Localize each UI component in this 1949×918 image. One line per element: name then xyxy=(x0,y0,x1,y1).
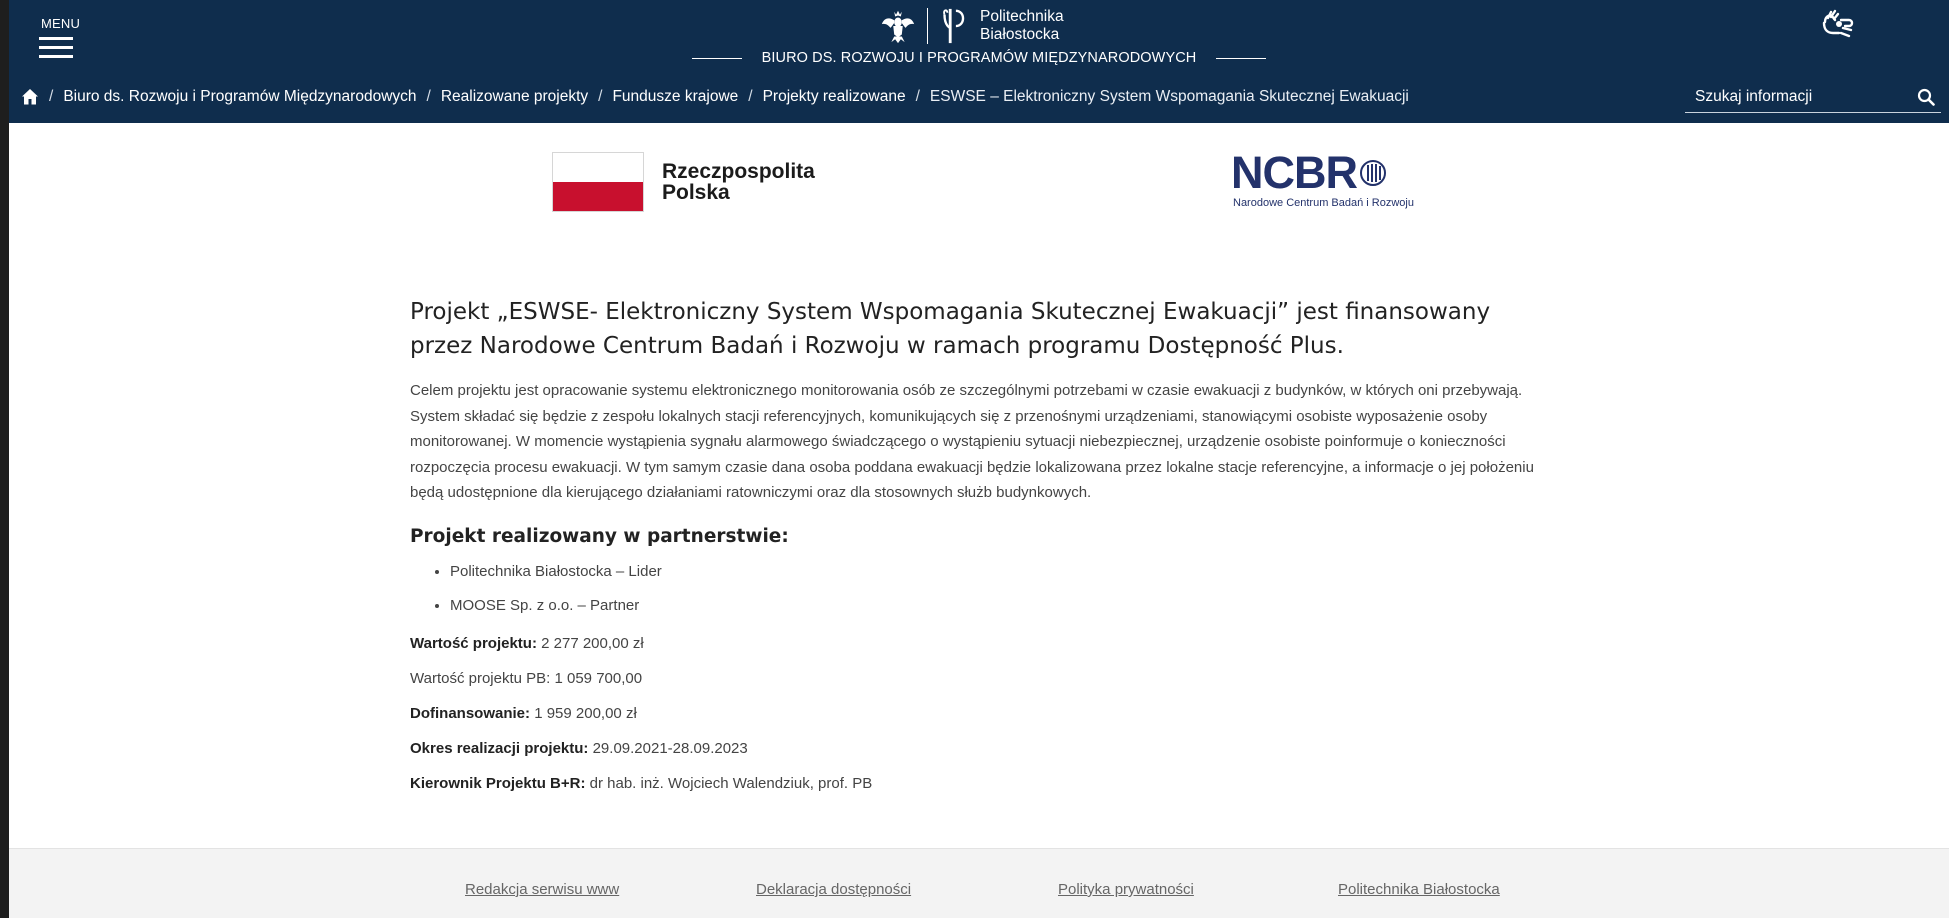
partnership-heading: Projekt realizowany w partnerstwie: xyxy=(410,525,789,547)
breadcrumb-separator: / xyxy=(426,88,431,105)
rp-logo-line2: Polska xyxy=(662,181,730,204)
fact-period: Okres realizacji projektu: 29.09.2021-28… xyxy=(410,738,1550,760)
search-box xyxy=(1685,84,1941,113)
fact-manager: Kierownik Projektu B+R: dr hab. inż. Woj… xyxy=(410,773,1550,795)
brand-name-line2: Białostocka xyxy=(980,26,1060,43)
breadcrumb-item-realizowane-projekty[interactable]: Realizowane projekty xyxy=(441,88,588,106)
page: MENU Politechnika Białostocka BIURO DS. … xyxy=(9,0,1949,918)
breadcrumb-item-projekty-realizowane[interactable]: Projekty realizowane xyxy=(763,88,906,106)
breadcrumb-separator: / xyxy=(49,88,54,105)
fact-funding: Dofinansowanie: 1 959 200,00 zł xyxy=(410,703,1550,725)
menu-label: MENU xyxy=(41,16,81,31)
breadcrumb-item-fundusze-krajowe[interactable]: Fundusze krajowe xyxy=(612,88,738,106)
rzeczpospolita-polska-logo: Rzeczpospolita Polska xyxy=(552,152,815,212)
ncbr-logo-subtitle: Narodowe Centrum Badań i Rozwoju xyxy=(1233,197,1414,209)
list-item: Politechnika Białostocka – Lider xyxy=(450,561,1550,583)
polish-flag-icon xyxy=(552,152,644,212)
brand-divider xyxy=(927,8,928,44)
sign-language-icon[interactable] xyxy=(1819,8,1859,40)
fact-manager-value: dr hab. inż. Wojciech Walendziuk, prof. … xyxy=(589,774,873,792)
footer-link-polityka[interactable]: Polityka prywatności xyxy=(1058,881,1194,898)
footer-link-deklaracja[interactable]: Deklaracja dostępności xyxy=(756,881,911,898)
search-input[interactable] xyxy=(1685,84,1925,110)
fact-funding-label: Dofinansowanie: xyxy=(410,704,531,722)
ncbr-logo-text: NCBR xyxy=(1231,147,1358,198)
subtitle-rule-left xyxy=(691,57,742,59)
subtitle-rule-right xyxy=(1216,57,1267,59)
breadcrumb-item-biuro[interactable]: Biuro ds. Rozwoju i Programów Międzynaro… xyxy=(63,88,416,106)
list-item: MOOSE Sp. z o.o. – Partner xyxy=(450,595,1550,617)
brand-name: Politechnika Białostocka xyxy=(980,8,1064,44)
breadcrumb-separator: / xyxy=(748,88,753,105)
breadcrumb-separator: / xyxy=(598,88,603,105)
footer-link-redakcja[interactable]: Redakcja serwisu www xyxy=(465,881,619,898)
footer-link-politechnika[interactable]: Politechnika Białostocka xyxy=(1338,881,1500,898)
site-header: MENU Politechnika Białostocka BIURO DS. … xyxy=(9,0,1949,123)
rp-logo-line1: Rzeczpospolita xyxy=(662,160,815,183)
window-edge xyxy=(0,0,9,918)
breadcrumb-current: ESWSE – Elektroniczny System Wspomagania… xyxy=(929,88,1409,105)
eagle-emblem-icon xyxy=(881,10,915,44)
rp-logo-text: Rzeczpospolita Polska xyxy=(662,161,815,203)
university-logo-link[interactable]: Politechnika Białostocka xyxy=(879,6,1064,46)
main-content: Projekt „ESWSE- Elektroniczny System Wsp… xyxy=(410,295,1550,808)
fact-manager-label: Kierownik Projektu B+R: xyxy=(410,774,586,792)
project-facts: Wartość projektu: 2 277 200,00 zł Wartoś… xyxy=(410,633,1550,795)
subtitle-text[interactable]: BIURO DS. ROZWOJU I PROGRAMÓW MIĘDZYNARO… xyxy=(762,50,1197,66)
home-icon[interactable] xyxy=(21,88,39,106)
breadcrumb: / Biuro ds. Rozwoju i Programów Międzyna… xyxy=(21,88,1409,106)
page-title: Projekt „ESWSE- Elektroniczny System Wsp… xyxy=(410,299,1491,359)
ncbr-logo: NCBR Narodowe Centrum Badań i Rozwoju xyxy=(1231,150,1414,210)
pb-logo-icon xyxy=(943,8,965,44)
fact-value-amount: 2 277 200,00 zł xyxy=(541,634,644,652)
fact-value-pb: Wartość projektu PB: 1 059 700,00 xyxy=(410,669,643,687)
fact-value-label: Wartość projektu: xyxy=(410,634,537,652)
partners-list: Politechnika Białostocka – Lider MOOSE S… xyxy=(410,561,1550,617)
ncbr-logo-wordmark: NCBR xyxy=(1231,150,1414,196)
project-description: Celem projektu jest opracowanie systemu … xyxy=(410,382,1534,501)
fact-value: Wartość projektu: 2 277 200,00 zł xyxy=(410,633,1550,655)
fact-funding-amount: 1 959 200,00 zł xyxy=(534,704,637,722)
site-footer: Redakcja serwisu www Deklaracja dostępno… xyxy=(9,848,1949,918)
breadcrumb-separator: / xyxy=(915,88,920,105)
brand-name-line1: Politechnika xyxy=(980,8,1064,25)
fact-period-value: 29.09.2021-28.09.2023 xyxy=(592,739,748,757)
fact-period-label: Okres realizacji projektu: xyxy=(410,739,589,757)
unit-subtitle: BIURO DS. ROZWOJU I PROGRAMÓW MIĘDZYNARO… xyxy=(9,50,1949,66)
ncbr-rings-icon xyxy=(1360,160,1386,186)
search-icon[interactable] xyxy=(1917,88,1935,106)
